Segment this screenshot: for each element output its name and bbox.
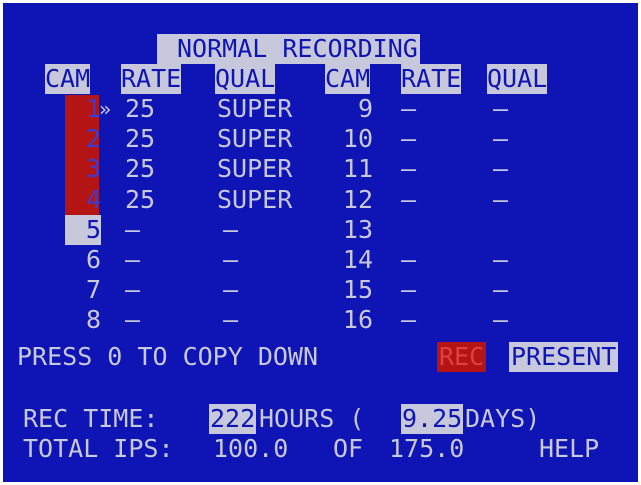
rec-time-hours[interactable]: 222 (209, 404, 257, 434)
cam-number-right[interactable]: 13 (329, 215, 373, 245)
quality-value-right[interactable]: – (493, 245, 508, 275)
rate-value-right[interactable]: – (401, 124, 416, 154)
menu-title: NORMAL RECORDING (157, 34, 420, 64)
dvr-osd-screen: NORMAL RECORDING CAM RATE QUAL CAM RATE … (3, 3, 638, 482)
header-qual-left: QUAL (215, 64, 276, 94)
rate-value-right[interactable]: – (401, 94, 416, 124)
cam-number-left[interactable]: 6 (77, 245, 101, 275)
quality-value-left[interactable]: SUPER (217, 124, 292, 154)
quality-value-right[interactable]: – (493, 124, 508, 154)
rec-button[interactable]: REC (437, 342, 487, 372)
ips-value: 100.0 (213, 434, 289, 463)
quality-value-right[interactable]: – (493, 154, 508, 184)
rate-value-right[interactable]: – (401, 154, 416, 184)
days-label: DAYS) (465, 404, 541, 433)
total-ips-label: TOTAL IPS: (23, 434, 174, 463)
cam-number-left[interactable]: 4 (77, 185, 101, 215)
copy-down-hint: PRESS 0 TO COPY DOWN (17, 342, 319, 371)
quality-value-right[interactable]: – (493, 94, 508, 124)
quality-value-left[interactable]: – (223, 215, 238, 245)
rate-value-right[interactable]: – (401, 245, 416, 275)
header-rate-right: RATE (401, 64, 462, 94)
quality-value-right[interactable]: – (493, 305, 508, 335)
cam-number-right[interactable]: 10 (329, 124, 373, 154)
cam-number-left[interactable]: 8 (77, 305, 101, 335)
quality-value-left[interactable]: SUPER (217, 154, 292, 184)
rate-value-left[interactable]: 25 (125, 124, 155, 154)
cam-number-right[interactable]: 16 (329, 305, 373, 335)
rec-time-label: REC TIME: (23, 404, 159, 433)
rate-value-left[interactable]: 25 (125, 94, 155, 124)
rate-value-left[interactable]: – (125, 245, 140, 275)
rec-time-days: 9.25 (401, 404, 464, 434)
header-cam-right: CAM (325, 64, 371, 94)
cam-number-right[interactable]: 9 (329, 94, 373, 124)
rate-value-left[interactable]: 25 (125, 185, 155, 215)
quality-value-right[interactable]: – (493, 185, 508, 215)
header-rate-left: RATE (121, 64, 182, 94)
cam-number-left[interactable]: 2 (77, 124, 101, 154)
rate-value-right[interactable]: – (401, 185, 416, 215)
rate-value-left[interactable]: – (125, 305, 140, 335)
cam-number-left[interactable]: 7 (77, 275, 101, 305)
rate-value-left[interactable]: – (125, 215, 140, 245)
cam-number-right[interactable]: 14 (329, 245, 373, 275)
quality-value-right[interactable]: – (493, 275, 508, 305)
cam-number-right[interactable]: 15 (329, 275, 373, 305)
ips-max: 175.0 (389, 434, 465, 463)
cam-number-left[interactable]: 3 (77, 154, 101, 184)
selection-marker: » (99, 97, 112, 121)
header-cam-left: CAM (45, 64, 91, 94)
cam-number-right[interactable]: 11 (329, 154, 373, 184)
quality-value-left[interactable]: SUPER (217, 94, 292, 124)
rate-value-left[interactable]: – (125, 275, 140, 305)
quality-value-left[interactable]: – (223, 305, 238, 335)
quality-value-left[interactable]: – (223, 245, 238, 275)
hours-label: HOURS ( (259, 404, 365, 433)
rate-value-right[interactable]: – (401, 275, 416, 305)
quality-value-left[interactable]: SUPER (217, 185, 292, 215)
quality-value-left[interactable]: – (223, 275, 238, 305)
rate-value-right[interactable]: – (401, 305, 416, 335)
of-label: OF (333, 434, 364, 463)
present-button[interactable]: PRESENT (509, 342, 619, 372)
help-button[interactable]: HELP (539, 434, 599, 464)
cam-number-left[interactable]: 1 (77, 94, 101, 124)
rate-value-left[interactable]: 25 (125, 154, 155, 184)
cam-number-right[interactable]: 12 (329, 185, 373, 215)
cam-number-left[interactable]: 5 (65, 214, 101, 245)
header-qual-right: QUAL (487, 64, 548, 94)
